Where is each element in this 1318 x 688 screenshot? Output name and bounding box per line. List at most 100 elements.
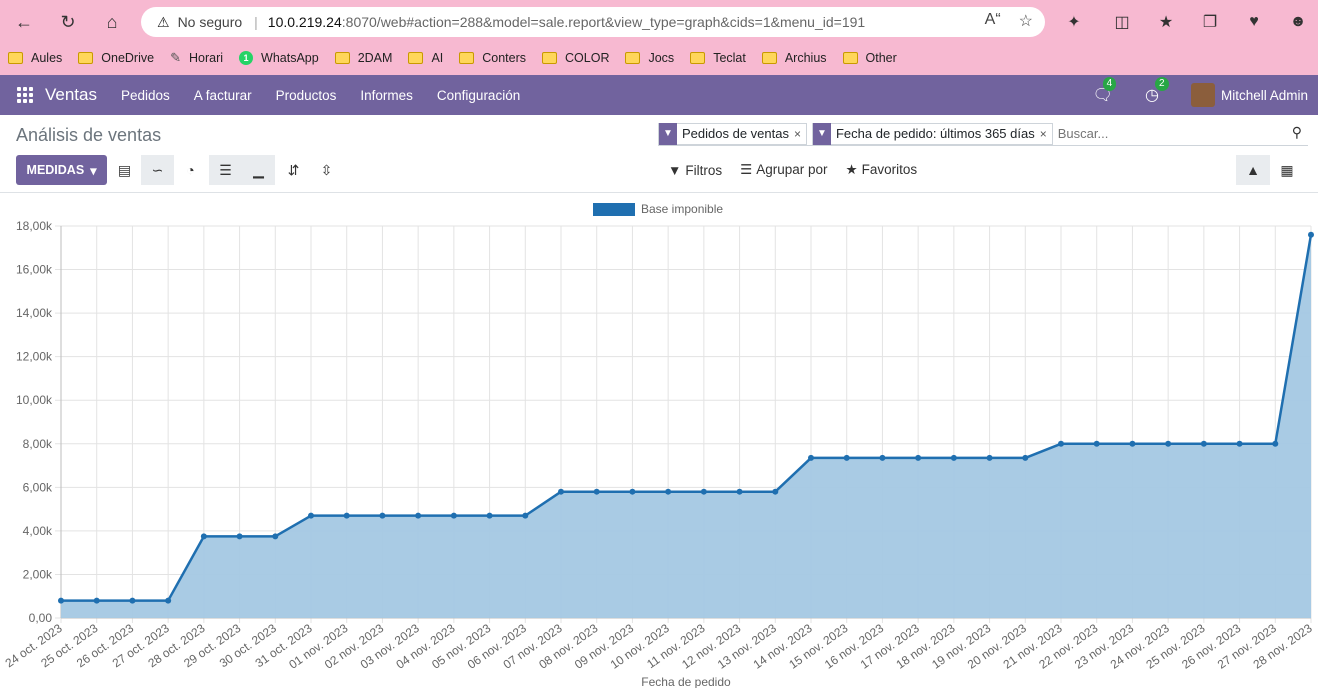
- data-point[interactable]: [308, 512, 314, 519]
- chart-legend: Base imponible: [593, 202, 723, 216]
- legend-label[interactable]: Base imponible: [641, 202, 723, 216]
- home-icon[interactable]: ⌂: [98, 8, 126, 36]
- profile-icon[interactable]: ☻: [1284, 8, 1312, 36]
- app-brand[interactable]: Ventas: [45, 85, 97, 105]
- data-point[interactable]: [1308, 231, 1314, 238]
- data-point[interactable]: [1165, 440, 1172, 447]
- pie-chart-icon[interactable]: ◔: [174, 155, 207, 185]
- line-chart-icon[interactable]: ∽: [141, 155, 174, 185]
- bookmark-aules[interactable]: Aules: [8, 51, 62, 65]
- collections-icon[interactable]: ❐: [1196, 8, 1224, 36]
- bookmark-whatsapp[interactable]: 1 WhatsApp: [239, 51, 319, 65]
- messages-icon[interactable]: 🗨 4: [1093, 77, 1117, 105]
- data-point[interactable]: [1236, 440, 1243, 447]
- data-point[interactable]: [986, 454, 993, 461]
- back-icon[interactable]: ←: [10, 8, 38, 36]
- folder-icon: [459, 52, 475, 64]
- data-point[interactable]: [1200, 440, 1207, 447]
- address-bar[interactable]: ⚠ No seguro | 10.0.219.24:8070/web#actio…: [141, 7, 1045, 37]
- bookmark-ai[interactable]: AI: [408, 51, 443, 65]
- data-point[interactable]: [236, 533, 243, 540]
- bookmark-onedrive[interactable]: OneDrive: [78, 51, 154, 65]
- data-point[interactable]: [343, 512, 350, 519]
- extensions-icon[interactable]: ✦: [1060, 8, 1088, 36]
- data-point[interactable]: [629, 488, 636, 495]
- split-screen-icon[interactable]: ◫: [1108, 8, 1136, 36]
- bookmark-color[interactable]: COLOR: [542, 51, 609, 65]
- data-point[interactable]: [379, 512, 386, 519]
- read-aloud-icon[interactable]: A“: [985, 11, 1001, 31]
- bookmark-jocs[interactable]: Jocs: [625, 51, 674, 65]
- data-point[interactable]: [915, 454, 922, 461]
- filters-toggle[interactable]: ▼ Filtros: [668, 163, 722, 178]
- bookmark-2dam[interactable]: 2DAM: [334, 51, 392, 65]
- bookmark-label: Horari: [188, 51, 224, 65]
- measures-button[interactable]: MEDIDAS ▾: [16, 155, 107, 185]
- data-point[interactable]: [1272, 440, 1279, 447]
- reload-icon[interactable]: ↻: [54, 8, 82, 36]
- activities-clock-icon[interactable]: ◷ 2: [1145, 77, 1169, 105]
- data-point[interactable]: [1058, 440, 1064, 447]
- bookmark-teclat[interactable]: Teclat: [690, 51, 746, 65]
- y-tick-label: 12,00k: [16, 350, 53, 364]
- data-point[interactable]: [200, 533, 207, 540]
- data-point[interactable]: [700, 488, 707, 495]
- favorites-label: Favoritos: [861, 162, 918, 177]
- favorite-star-icon[interactable]: ☆: [1019, 11, 1033, 31]
- favorites-toggle[interactable]: ★ Favoritos: [846, 162, 918, 178]
- menu-productos[interactable]: Productos: [276, 88, 337, 103]
- menu-informes[interactable]: Informes: [360, 88, 413, 103]
- bookmark-conters[interactable]: Conters: [459, 51, 526, 65]
- search-input[interactable]: [1057, 126, 1288, 141]
- groupby-toggle[interactable]: ☰ Agrupar por: [740, 162, 827, 178]
- user-menu[interactable]: Mitchell Admin: [1190, 83, 1308, 107]
- security-label: No seguro: [177, 14, 243, 30]
- search-facet[interactable]: ▼ Pedidos de ventas ×: [658, 122, 807, 145]
- data-point[interactable]: [1129, 440, 1136, 447]
- stacked-icon[interactable]: ☰: [209, 155, 242, 185]
- search-facet[interactable]: ▼ Fecha de pedido: últimos 365 días ×: [811, 122, 1053, 145]
- data-point[interactable]: [58, 597, 64, 604]
- menu-pedidos[interactable]: Pedidos: [121, 88, 170, 103]
- bookmark-other[interactable]: Other: [842, 51, 897, 65]
- performance-icon[interactable]: ♥: [1240, 8, 1268, 36]
- data-point[interactable]: [165, 597, 172, 604]
- y-tick-label: 14,00k: [16, 306, 53, 320]
- data-point[interactable]: [593, 488, 600, 495]
- data-point[interactable]: [450, 512, 457, 519]
- sort-descending-icon[interactable]: ⇵: [277, 155, 310, 185]
- data-point[interactable]: [522, 512, 529, 519]
- bar-chart-icon[interactable]: ▤: [108, 155, 141, 185]
- data-point[interactable]: [950, 454, 957, 461]
- graph-view-icon[interactable]: ▲: [1236, 155, 1270, 185]
- data-point[interactable]: [808, 454, 814, 461]
- data-point[interactable]: [558, 488, 564, 495]
- menu-a-facturar[interactable]: A facturar: [194, 88, 252, 103]
- data-point[interactable]: [415, 512, 422, 519]
- cumulative-icon[interactable]: ▁: [242, 155, 275, 185]
- data-point[interactable]: [129, 597, 136, 604]
- bookmark-archius[interactable]: Archius: [761, 51, 827, 65]
- apps-grid-icon[interactable]: [17, 87, 33, 103]
- address-separator: |: [254, 14, 258, 30]
- data-point[interactable]: [272, 533, 279, 540]
- data-point[interactable]: [1022, 454, 1029, 461]
- data-point[interactable]: [93, 597, 100, 604]
- bookmark-horari[interactable]: ✎ Horari: [170, 50, 223, 66]
- data-point[interactable]: [486, 512, 493, 519]
- legend-swatch[interactable]: [593, 203, 635, 216]
- menu-configuracion[interactable]: Configuración: [437, 88, 520, 103]
- search-icon[interactable]: ⚲: [1292, 124, 1302, 141]
- data-point[interactable]: [772, 488, 779, 495]
- favorites-icon[interactable]: ★: [1152, 8, 1180, 36]
- data-point[interactable]: [843, 454, 850, 461]
- data-point[interactable]: [736, 488, 743, 495]
- facet-remove-icon[interactable]: ×: [1040, 127, 1052, 141]
- pivot-view-icon[interactable]: ▦: [1270, 155, 1304, 185]
- data-point[interactable]: [1093, 440, 1100, 447]
- caret-down-icon: ▾: [90, 163, 97, 178]
- facet-remove-icon[interactable]: ×: [794, 127, 806, 141]
- data-point[interactable]: [665, 488, 672, 495]
- sort-ascending-icon[interactable]: ⇳: [310, 155, 343, 185]
- data-point[interactable]: [879, 454, 886, 461]
